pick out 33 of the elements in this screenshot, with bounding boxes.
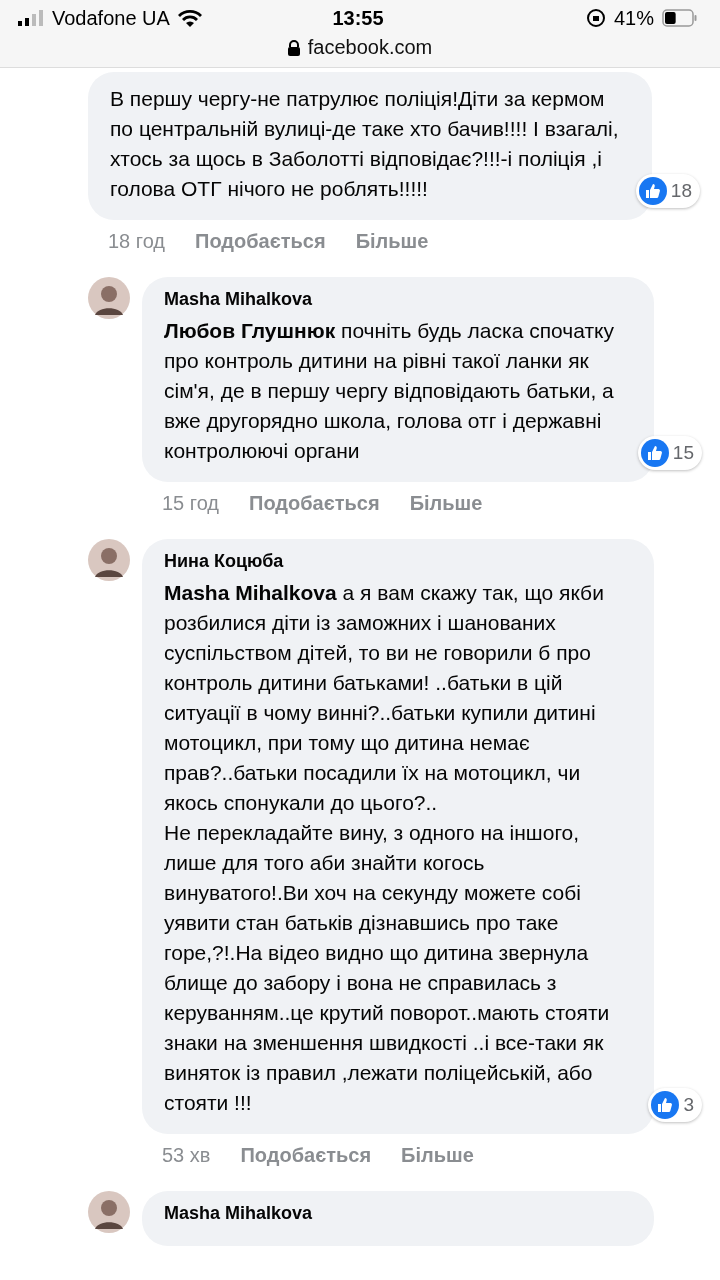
author-name[interactable]: Нина Коцюба: [164, 551, 632, 572]
battery-percent: 41%: [613, 6, 654, 30]
comment-action-link[interactable]: Більше: [409, 492, 483, 515]
author-name[interactable]: Masha Mihalkova: [164, 289, 632, 310]
lock-icon: [287, 39, 300, 56]
comment-action-link[interactable]: Більше: [401, 1144, 474, 1167]
avatar[interactable]: [88, 539, 130, 581]
comment-time: 53 хв: [162, 1144, 211, 1167]
signal-icon: [18, 10, 44, 26]
comment-action-link[interactable]: Подобається: [240, 1144, 372, 1167]
address-bar-url[interactable]: facebook.com: [307, 36, 433, 59]
author-name[interactable]: Masha Mihalkova: [164, 1203, 632, 1224]
rotation-lock-icon: [585, 8, 606, 28]
battery-icon: [662, 9, 698, 27]
comment-action-link[interactable]: Подобається: [195, 230, 326, 253]
comment-text: Masha Mihalkova а я вам скажу так, що якби розбилися діти із заможних і шанованих суспільством дітей, то ви не говорили б про контроль дитини батьками! ..батьки в цій ситуації в чому винні?..батьки купили дитині мотоцикл, при тому що дитина немає прав?..батьки посадили їх на мотоцикл, чи якось спонукали до цього?.. Не перекладайте вину, з одного на іншого, лише для того аби знайти когось винуватого!.Ви хоч на секунду можете собі уявити стан батьків дізнавшись про таке горе,?!.На відео видно що дитина звернула блище до забору і вона не справилась з керуванням..це крутий поворот..мають стояти знаки на зменшення швидкості ..і все-таки як виняток із правил ,лежати поліцейській, або стояти !!!: [164, 580, 611, 1116]
comment-time: 15 год: [162, 492, 219, 515]
comment-action-link[interactable]: Більше: [355, 230, 429, 253]
reaction-count[interactable]: 3: [648, 1088, 702, 1122]
like-icon: [651, 1091, 680, 1119]
reaction-count[interactable]: 18: [635, 174, 700, 208]
comment-time: 18 год: [108, 230, 165, 253]
clock-time: 13:55: [332, 6, 384, 30]
comment-text: Любов Глушнюк почніть будь ласка спочатку про контроль дитини на рівні такої ланки як сім'я, де в першу чергу відповідають батьки, а вже другорядно школа, голова отг і державні контролюючі органи: [164, 318, 615, 464]
avatar[interactable]: [88, 277, 130, 319]
wifi-icon: [177, 9, 202, 27]
comment-text: В першу чергу-не патрулює поліція!Діти за кермом по центральній вулиці-де таке хто бачив!!!! І взагалі, хтось за щось в Заболотті відповідає?!!!-і поліція ,і голова ОТГ нічого не роблять!!!!!: [110, 86, 620, 202]
carrier-name: Vodafone UA: [52, 6, 170, 30]
like-icon: [640, 439, 669, 467]
comment-action-link[interactable]: Подобається: [249, 492, 380, 515]
avatar[interactable]: [88, 1191, 130, 1233]
like-icon: [638, 177, 667, 205]
reaction-count[interactable]: 15: [637, 436, 702, 470]
